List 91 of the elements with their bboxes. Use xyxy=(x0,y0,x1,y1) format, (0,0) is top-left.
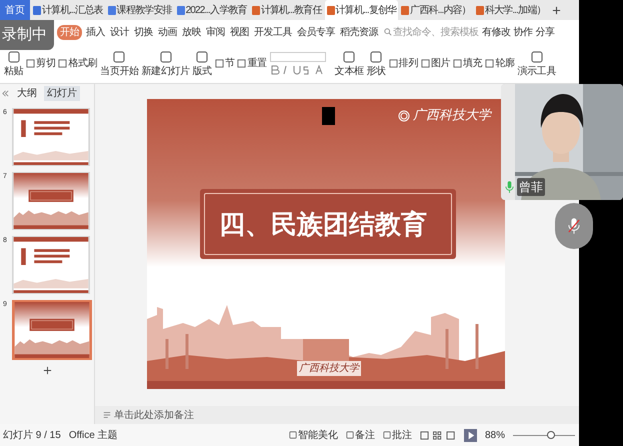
tool-icon xyxy=(388,59,398,68)
menu-tab[interactable]: 开发工具 xyxy=(253,24,293,40)
tool-icon xyxy=(26,59,36,68)
tool-icon xyxy=(369,50,384,64)
redaction-block xyxy=(322,107,335,125)
participant-name: 曾菲 xyxy=(517,178,545,196)
tool-icon xyxy=(195,50,210,64)
tool-icon xyxy=(420,59,430,68)
toolbar-button[interactable]: 重置 xyxy=(237,56,267,71)
toolbar-button[interactable]: 节 xyxy=(214,56,234,71)
menu-action[interactable]: 协作 xyxy=(514,24,532,40)
search-icon xyxy=(384,28,392,36)
search-field[interactable]: 查找命令、搜索模板 xyxy=(393,24,479,40)
document-tab[interactable]: 计算机...复创华 xyxy=(324,0,398,20)
tool-icon xyxy=(158,50,173,64)
recording-label: 录制中 xyxy=(0,20,54,50)
status-button[interactable]: 智能美化 xyxy=(288,428,338,442)
collapse-icon[interactable] xyxy=(2,90,9,96)
document-tab[interactable]: 课程教学安排 xyxy=(106,0,174,20)
panel-tab[interactable]: 大纲 xyxy=(14,86,40,100)
menu-action[interactable]: 分享 xyxy=(536,24,554,40)
sign-text: 广西科技大学 xyxy=(297,361,361,376)
view-mode-icon[interactable] xyxy=(420,430,456,440)
muted-microphone-icon xyxy=(568,218,580,234)
file-icon xyxy=(33,6,41,14)
tool-icon xyxy=(237,59,246,68)
slide-thumbnail[interactable] xyxy=(12,172,90,230)
status-icon xyxy=(382,431,391,439)
tool-icon xyxy=(485,59,494,68)
menu-tab[interactable]: 审阅 xyxy=(205,24,226,40)
theme-label: Office 主题 xyxy=(68,428,118,442)
status-icon xyxy=(288,431,297,439)
document-tab[interactable]: 科大学...加端） xyxy=(474,0,548,20)
tool-icon xyxy=(112,50,126,64)
toolbar-button[interactable]: 文本框 xyxy=(334,50,364,77)
toolbar-button[interactable]: 图片 xyxy=(420,56,450,71)
document-tab[interactable]: 2022...入学教育 xyxy=(174,0,249,20)
emblem-icon xyxy=(398,110,410,122)
tool-icon xyxy=(453,59,462,68)
toolbar-button[interactable]: 填充 xyxy=(453,56,482,71)
toolbar-button[interactable]: 剪切 xyxy=(26,56,56,71)
zoom-value: 88% xyxy=(484,428,505,442)
document-tab[interactable]: 广西科...内容） xyxy=(399,0,473,20)
toolbar-button[interactable]: 形状 xyxy=(366,50,386,77)
notes-icon xyxy=(103,411,111,419)
menu-tab[interactable]: 稻壳资源 xyxy=(339,24,379,40)
toolbar-button[interactable]: 轮廓 xyxy=(485,56,514,71)
home-tab[interactable]: 首页 xyxy=(0,0,30,20)
menu-tab[interactable]: 动画 xyxy=(157,24,178,40)
file-icon xyxy=(252,6,260,14)
menu-tab[interactable]: 切换 xyxy=(133,24,154,40)
menu-tab[interactable]: 设计 xyxy=(109,24,130,40)
toolbar-button[interactable]: 版式 xyxy=(192,50,212,77)
tool-icon xyxy=(58,59,68,68)
file-icon xyxy=(476,6,484,14)
toolbar-button[interactable]: 排列 xyxy=(388,56,418,71)
status-button[interactable]: 备注 xyxy=(346,428,375,442)
toolbar-button[interactable]: 新建幻灯片 xyxy=(142,50,190,77)
slide-title: 四、民族团结教育 xyxy=(219,208,427,240)
tool-icon xyxy=(214,59,224,68)
mute-button[interactable] xyxy=(555,203,593,249)
file-icon xyxy=(108,6,116,14)
play-icon[interactable] xyxy=(464,428,477,442)
slide-counter: 幻灯片 9 / 15 xyxy=(3,428,61,442)
toolbar-button[interactable]: 粘贴 xyxy=(4,50,24,77)
menu-tab[interactable]: 放映 xyxy=(181,24,202,40)
panel-tab[interactable]: 幻灯片 xyxy=(44,86,80,100)
logo-text: 广西科技大学 xyxy=(413,107,491,125)
slide-thumbnail[interactable] xyxy=(12,300,92,360)
file-icon xyxy=(401,6,410,14)
toolbar-button[interactable]: 当页开始 xyxy=(100,50,139,77)
status-icon xyxy=(346,431,354,439)
document-tab[interactable]: 计算机...汇总表 xyxy=(31,0,105,20)
menu-tab[interactable]: 视图 xyxy=(229,24,250,40)
menu-tab[interactable]: 会员专享 xyxy=(296,24,336,40)
tool-icon xyxy=(530,50,544,64)
file-icon xyxy=(326,6,335,14)
slide-thumbnail[interactable] xyxy=(12,236,90,294)
tool-icon xyxy=(6,50,21,64)
slide-thumbnail[interactable] xyxy=(12,108,90,166)
toolbar-button[interactable]: 演示工具 xyxy=(517,50,556,77)
file-icon xyxy=(176,6,185,14)
toolbar-button[interactable]: 格式刷 xyxy=(58,56,98,71)
document-tab[interactable]: 计算机...教育任 xyxy=(250,0,324,20)
plus-icon[interactable] xyxy=(552,6,561,14)
menu-tab[interactable]: 插入 xyxy=(85,24,106,40)
add-slide-icon[interactable] xyxy=(42,366,52,375)
status-button[interactable]: 批注 xyxy=(382,428,412,442)
tool-icon xyxy=(342,50,356,64)
menu-action[interactable]: 有修改 xyxy=(482,24,510,40)
notes-field[interactable]: 单击此处添加备注 xyxy=(114,408,254,422)
